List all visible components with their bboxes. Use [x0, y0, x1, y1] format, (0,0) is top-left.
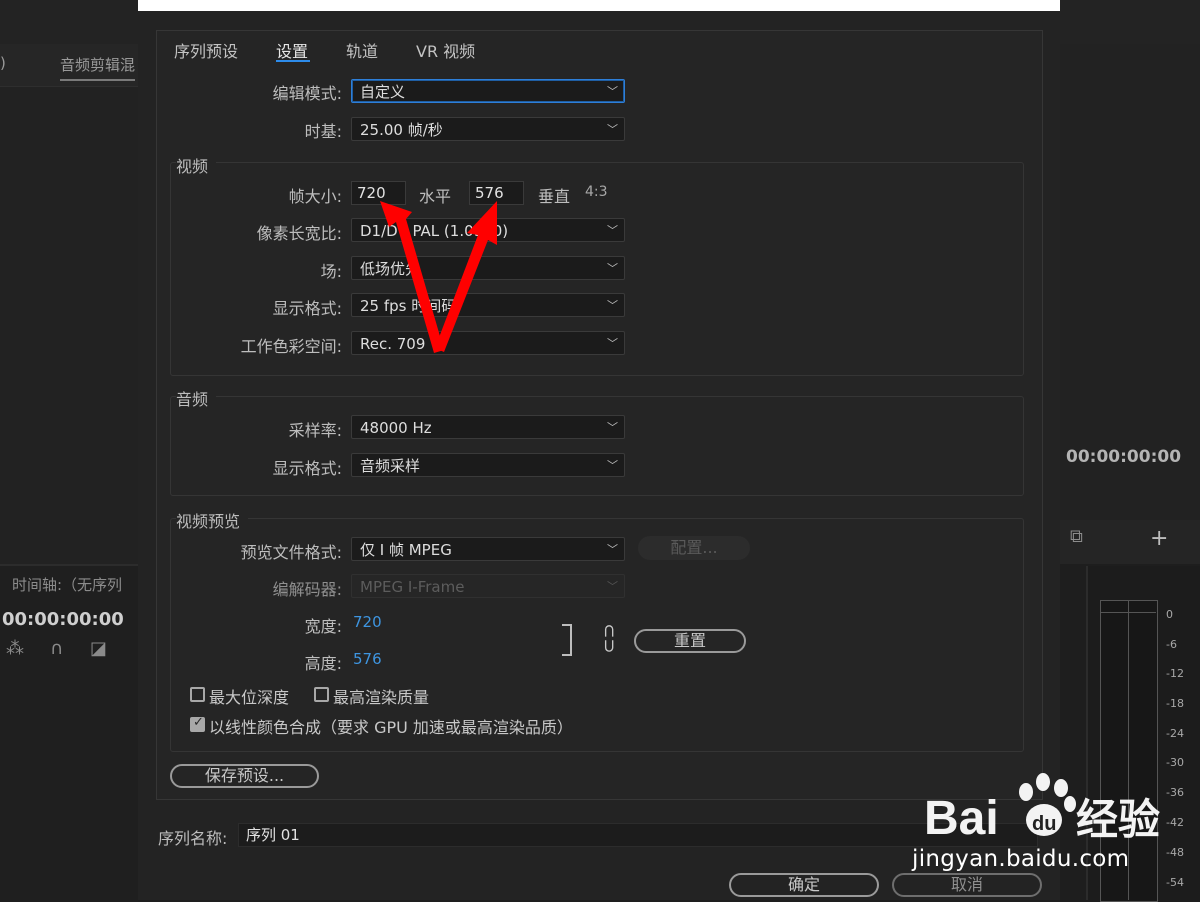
vertical-label: 垂直	[538, 187, 571, 206]
snap-icon[interactable]: ⁂	[6, 638, 24, 659]
tab-sequence-presets[interactable]: 序列预设	[174, 38, 238, 62]
svg-text:du: du	[1032, 813, 1056, 835]
codec-label: 编解码器:	[272, 580, 342, 599]
audio-display-format-label: 显示格式:	[272, 459, 342, 478]
chevron-down-icon: ﹀	[607, 580, 618, 593]
export-frame-icon[interactable]: ⧉	[1070, 526, 1083, 547]
fields-label: 场:	[320, 262, 342, 281]
audio-group-title: 音频	[176, 386, 217, 410]
left-panel-tab-fragment[interactable]: )	[0, 54, 6, 72]
link-bracket	[562, 624, 572, 656]
reset-button[interactable]: 重置	[634, 629, 746, 653]
svg-text:经验: 经验	[1076, 795, 1160, 844]
ok-button[interactable]: 确定	[729, 873, 879, 897]
add-button-icon[interactable]: +	[1150, 526, 1168, 551]
chevron-down-icon: ﹀	[607, 85, 618, 98]
color-space-label: 工作色彩空间:	[240, 337, 342, 356]
linear-color-label[interactable]: 以线性颜色合成（要求 GPU 加速或最高渲染品质）	[209, 714, 573, 738]
configure-button[interactable]: 配置...	[638, 536, 750, 560]
sequence-name-label: 序列名称:	[158, 829, 228, 848]
svg-text:Bai: Bai	[924, 792, 999, 845]
active-tab-indicator	[276, 60, 310, 62]
timeline-title[interactable]: 时间轴:（无序列	[12, 574, 122, 595]
preview-format-value: 仅 I 帧 MPEG	[360, 541, 452, 559]
save-preset-button[interactable]: 保存预设...	[170, 764, 319, 788]
timebase-dropdown[interactable]: 25.00 帧/秒 ﹀	[351, 117, 625, 141]
codec-dropdown[interactable]: MPEG I-Frame ﹀	[351, 574, 625, 598]
max-render-quality-checkbox[interactable]	[314, 687, 329, 702]
max-bit-depth-checkbox[interactable]	[190, 687, 205, 702]
video-display-format-label: 显示格式:	[272, 299, 342, 318]
meter-label: -12	[1166, 667, 1184, 680]
chevron-down-icon: ﹀	[607, 299, 618, 312]
chain-link-icon[interactable]: ⊂⊃	[599, 623, 620, 653]
sample-rate-label: 采样率:	[288, 421, 342, 440]
edit-mode-value: 自定义	[360, 83, 406, 101]
tab-tracks[interactable]: 轨道	[346, 38, 378, 62]
audio-display-format-value: 音频采样	[360, 457, 421, 475]
preview-height-label: 高度:	[304, 654, 342, 673]
linear-color-checkbox[interactable]	[190, 715, 205, 732]
chevron-down-icon: ﹀	[607, 123, 618, 136]
edit-mode-label: 编辑模式:	[272, 84, 342, 103]
annotation-arrows	[380, 201, 497, 353]
tab-settings[interactable]: 设置	[276, 38, 308, 62]
meter-label: -24	[1166, 727, 1184, 740]
chevron-down-icon: ﹀	[607, 459, 618, 472]
preview-format-dropdown[interactable]: 仅 I 帧 MPEG ﹀	[351, 537, 625, 561]
chevron-down-icon: ﹀	[607, 262, 618, 275]
edit-mode-dropdown[interactable]: 自定义 ﹀	[351, 79, 625, 103]
timebase-label: 时基:	[304, 122, 342, 141]
max-render-quality-label[interactable]: 最高渲染质量	[333, 684, 429, 708]
tab-audio-clip-mixer[interactable]: 音频剪辑混	[60, 54, 136, 81]
sequence-name-input[interactable]: 序列 01	[238, 823, 1038, 847]
preview-width-value[interactable]: 720	[353, 613, 382, 631]
marker-icon[interactable]: ◪	[90, 638, 107, 659]
dialog-title-bar	[138, 0, 1060, 11]
audio-display-format-dropdown[interactable]: 音频采样 ﹀	[351, 453, 625, 477]
watermark-url: jingyan.baidu.com	[912, 846, 1130, 872]
chevron-down-icon: ﹀	[607, 224, 618, 237]
chevron-down-icon: ﹀	[607, 421, 618, 434]
annotation-arrow-left	[380, 201, 444, 353]
preview-height-value[interactable]: 576	[353, 650, 382, 668]
tab-vr-video[interactable]: VR 视频	[416, 38, 475, 62]
timeline-timecode[interactable]: 00:00:00:00	[2, 609, 124, 630]
chevron-down-icon: ﹀	[607, 543, 618, 556]
sample-rate-value: 48000 Hz	[360, 419, 432, 437]
max-bit-depth-label[interactable]: 最大位深度	[209, 684, 289, 708]
magnet-icon[interactable]: ∩	[50, 638, 63, 659]
timebase-value: 25.00 帧/秒	[360, 121, 443, 139]
video-preview-group-title: 视频预览	[176, 508, 249, 532]
annotation-arrow-right	[435, 201, 497, 352]
meter-label: 0	[1166, 608, 1173, 621]
audio-group	[170, 396, 1024, 496]
preview-format-label: 预览文件格式:	[240, 543, 342, 562]
pixel-aspect-label: 像素长宽比:	[256, 224, 342, 243]
frame-size-label: 帧大小:	[288, 187, 342, 206]
preview-width-label: 宽度:	[304, 617, 342, 636]
audio-meter-peak-line	[1100, 612, 1156, 613]
video-group-title: 视频	[176, 153, 217, 177]
aspect-ratio-text: 4:3	[585, 184, 608, 200]
program-monitor-panel	[1060, 44, 1200, 564]
meter-label: -18	[1166, 697, 1184, 710]
sample-rate-dropdown[interactable]: 48000 Hz ﹀	[351, 415, 625, 439]
codec-value: MPEG I-Frame	[360, 578, 465, 596]
program-timecode[interactable]: 00:00:00:00	[1066, 447, 1181, 467]
left-panel	[0, 44, 138, 564]
chevron-down-icon: ﹀	[607, 337, 618, 350]
meter-label: -6	[1166, 638, 1177, 651]
